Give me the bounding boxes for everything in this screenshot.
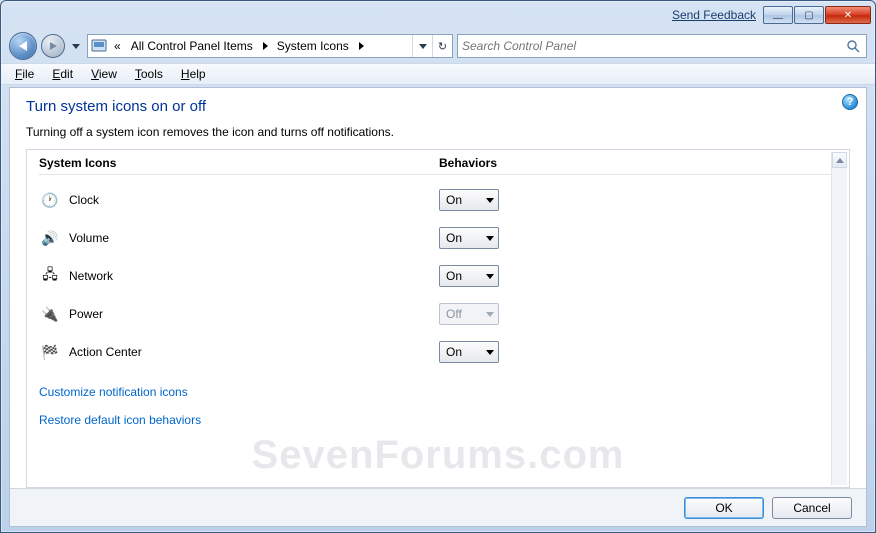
row-label: Clock — [69, 193, 99, 207]
row-clock: 🕐 Clock On — [39, 181, 831, 219]
page-title: Turn system icons on or off — [26, 98, 850, 115]
chevron-down-icon — [486, 350, 494, 355]
cancel-button[interactable]: Cancel — [772, 497, 852, 519]
minimize-button[interactable]: — — [763, 6, 793, 24]
row-network: 🖧 Network On — [39, 257, 831, 295]
ok-button[interactable]: OK — [684, 497, 764, 519]
help-icon[interactable]: ? — [842, 94, 858, 110]
clock-icon: 🕐 — [41, 191, 59, 209]
behavior-dropdown-volume[interactable]: On — [439, 227, 499, 249]
breadcrumb-item-1[interactable]: System Icons — [273, 35, 355, 57]
restore-link[interactable]: Restore default icon behaviors — [39, 413, 831, 427]
row-label: Action Center — [69, 345, 142, 359]
table-header: System Icons Behaviors — [39, 156, 831, 175]
row-label-cell: 🕐 Clock — [39, 191, 439, 209]
send-feedback-link[interactable]: Send Feedback — [672, 8, 756, 22]
menu-view[interactable]: View — [83, 65, 125, 83]
chevron-down-icon — [486, 312, 494, 317]
button-row: OK Cancel — [10, 488, 866, 526]
breadcrumb-separator[interactable] — [259, 35, 273, 57]
refresh-icon: ↻ — [438, 40, 447, 53]
breadcrumb-prefix[interactable]: « — [110, 35, 127, 57]
menu-tools[interactable]: Tools — [127, 65, 171, 83]
dropdown-value: On — [446, 193, 462, 207]
control-panel-icon — [88, 35, 110, 57]
scrollbar[interactable] — [831, 152, 847, 485]
column-system-icons: System Icons — [39, 156, 439, 170]
address-dropdown[interactable] — [412, 35, 432, 57]
volume-icon: 🔊 — [41, 229, 59, 247]
row-label-cell: 🔊 Volume — [39, 229, 439, 247]
chevron-down-icon — [486, 198, 494, 203]
row-label: Volume — [69, 231, 109, 245]
search-icon — [844, 39, 862, 53]
row-power: 🔌 Power Off — [39, 295, 831, 333]
menu-bar: File Edit View Tools Help — [1, 63, 875, 85]
page-description: Turning off a system icon removes the ic… — [26, 125, 850, 139]
row-volume: 🔊 Volume On — [39, 219, 831, 257]
search-box[interactable] — [457, 34, 867, 58]
arrow-right-icon — [50, 42, 57, 50]
row-label-cell: 🏁 Action Center — [39, 343, 439, 361]
search-input[interactable] — [462, 39, 844, 53]
links-section: Customize notification icons Restore def… — [39, 385, 831, 427]
customize-link[interactable]: Customize notification icons — [39, 385, 831, 399]
icons-panel: System Icons Behaviors 🕐 Clock On 🔊 Volume On… — [26, 149, 850, 488]
row-action-center: 🏁 Action Center On — [39, 333, 831, 371]
row-label: Network — [69, 269, 113, 283]
menu-help[interactable]: Help — [173, 65, 214, 83]
power-icon: 🔌 — [41, 305, 59, 323]
row-label-cell: 🔌 Power — [39, 305, 439, 323]
window-frame: Send Feedback — ▢ ✕ « All Control Panel … — [0, 0, 876, 533]
address-bar[interactable]: « All Control Panel Items System Icons ↻ — [87, 34, 453, 58]
behavior-dropdown-clock[interactable]: On — [439, 189, 499, 211]
back-button[interactable] — [9, 32, 37, 60]
scroll-up-button[interactable] — [832, 152, 847, 168]
dropdown-value: Off — [446, 307, 462, 321]
maximize-button[interactable]: ▢ — [794, 6, 824, 24]
nav-row: « All Control Panel Items System Icons ↻ — [1, 29, 875, 63]
nav-history-dropdown[interactable] — [69, 36, 83, 56]
dropdown-value: On — [446, 345, 462, 359]
chevron-down-icon — [486, 236, 494, 241]
refresh-button[interactable]: ↻ — [432, 35, 452, 57]
behavior-dropdown-power: Off — [439, 303, 499, 325]
dropdown-value: On — [446, 231, 462, 245]
content-area: ? Turn system icons on or off Turning of… — [9, 87, 867, 527]
column-behaviors: Behaviors — [439, 156, 831, 170]
close-button[interactable]: ✕ — [825, 6, 871, 24]
menu-edit[interactable]: Edit — [44, 65, 81, 83]
menu-file[interactable]: File — [7, 65, 42, 83]
network-icon: 🖧 — [41, 267, 59, 285]
titlebar: Send Feedback — ▢ ✕ — [1, 1, 875, 29]
chevron-down-icon — [486, 274, 494, 279]
breadcrumb-separator[interactable] — [355, 35, 369, 57]
row-label: Power — [69, 307, 103, 321]
arrow-left-icon — [19, 41, 27, 51]
forward-button[interactable] — [41, 34, 65, 58]
breadcrumb-item-0[interactable]: All Control Panel Items — [127, 35, 259, 57]
dropdown-value: On — [446, 269, 462, 283]
behavior-dropdown-network[interactable]: On — [439, 265, 499, 287]
row-label-cell: 🖧 Network — [39, 267, 439, 285]
behavior-dropdown-action-center[interactable]: On — [439, 341, 499, 363]
action-center-icon: 🏁 — [41, 343, 59, 361]
